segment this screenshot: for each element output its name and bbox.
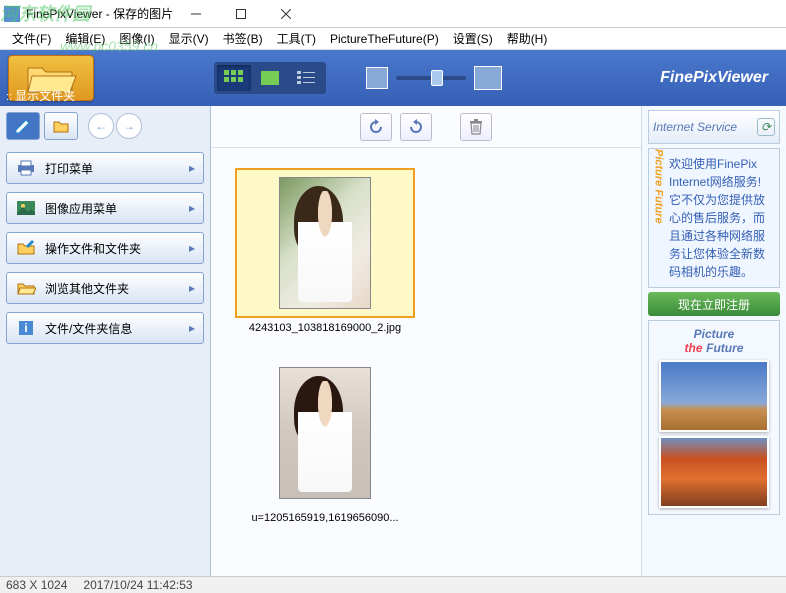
chevron-right-icon: ▸	[189, 241, 195, 255]
nav-forward-button[interactable]: →	[116, 113, 142, 139]
menu-file[interactable]: 文件(F)	[6, 28, 57, 49]
menubar: 文件(F) 编辑(E) 图像(I) 显示(V) 书签(B) 工具(T) Pict…	[0, 28, 786, 50]
service-title: Internet Service	[653, 121, 737, 133]
folder-open-icon	[15, 279, 37, 297]
delete-button[interactable]	[460, 113, 492, 141]
menu-ptf[interactable]: PictureTheFuture(P)	[324, 30, 445, 48]
sidebar-info-button[interactable]: i 文件/文件夹信息 ▸	[6, 312, 204, 344]
chevron-right-icon: ▸	[189, 281, 195, 295]
menu-view[interactable]: 显示(V)	[163, 28, 215, 49]
image-app-icon	[15, 199, 37, 217]
menu-tools[interactable]: 工具(T)	[271, 28, 322, 49]
thumbnail-item[interactable]: u=1205165919,1619656090...	[235, 358, 415, 524]
sidebar-item-label: 操作文件和文件夹	[45, 240, 141, 257]
thumbnail-image	[279, 367, 371, 499]
status-dimensions: 683 X 1024	[6, 578, 67, 592]
rotate-left-button[interactable]	[360, 113, 392, 141]
view-mode-list-button[interactable]	[289, 65, 323, 91]
folder-edit-icon	[15, 239, 37, 257]
sidebar-mode-edit-button[interactable]	[6, 112, 40, 140]
sidebar-print-button[interactable]: 打印菜单 ▸	[6, 152, 204, 184]
ptf-vertical-logo: Picture Future	[651, 149, 665, 287]
thumbnail-frame[interactable]	[235, 358, 415, 508]
app-icon	[4, 6, 20, 22]
menu-image[interactable]: 图像(I)	[113, 28, 160, 49]
thumbnail-filename: u=1205165919,1619656090...	[251, 512, 398, 524]
sidebar-item-label: 浏览其他文件夹	[45, 280, 129, 297]
zoom-slider-handle[interactable]	[431, 70, 443, 86]
view-mode-group	[214, 62, 326, 94]
menu-settings[interactable]: 设置(S)	[447, 28, 499, 49]
printer-icon	[15, 159, 37, 177]
close-button[interactable]	[263, 0, 308, 28]
svg-text:i: i	[24, 321, 27, 335]
sample-image-sky	[659, 360, 769, 432]
zoom-small-icon[interactable]	[366, 67, 388, 89]
sidebar-imageapp-button[interactable]: 图像应用菜单 ▸	[6, 192, 204, 224]
promo-box: Picture Future 欢迎使用FinePix Internet网络服务!…	[648, 148, 780, 288]
main-toolbar: :: 显示文件夹 FinePixViewer	[0, 50, 786, 106]
titlebar: FinePixViewer - 保存的图片	[0, 0, 786, 28]
zoom-slider-group	[366, 66, 502, 90]
view-mode-thumbs-button[interactable]	[217, 65, 251, 91]
window-title: FinePixViewer - 保存的图片	[26, 5, 173, 22]
rotate-right-button[interactable]	[400, 113, 432, 141]
zoom-slider-track[interactable]	[396, 76, 466, 80]
sidebar-item-label: 文件/文件夹信息	[45, 320, 132, 337]
thumbnail-item[interactable]: 4243103_103818169000_2.jpg	[235, 168, 415, 334]
sidebar-item-label: 图像应用菜单	[45, 200, 117, 217]
content-area: 4243103_103818169000_2.jpg u=1205165919,…	[211, 106, 641, 576]
ptf-promo-box: Picture the Future	[648, 320, 780, 515]
zoom-large-icon[interactable]	[474, 66, 502, 90]
menu-bookmark[interactable]: 书签(B)	[217, 28, 269, 49]
chevron-right-icon: ▸	[189, 161, 195, 175]
internet-service-panel: Internet Service ⟳ Picture Future 欢迎使用Fi…	[641, 106, 786, 576]
brand-logo: FinePixViewer	[660, 69, 778, 87]
minimize-button[interactable]	[173, 0, 218, 28]
menu-help[interactable]: 帮助(H)	[501, 28, 554, 49]
thumbnails-area[interactable]: 4243103_103818169000_2.jpg u=1205165919,…	[211, 148, 641, 576]
view-mode-single-button[interactable]	[253, 65, 287, 91]
status-datetime: 2017/10/24 11:42:53	[83, 578, 192, 592]
chevron-right-icon: ▸	[189, 201, 195, 215]
refresh-button[interactable]: ⟳	[757, 118, 775, 136]
sidebar-browse-button[interactable]: 浏览其他文件夹 ▸	[6, 272, 204, 304]
sample-image-autumn	[659, 436, 769, 508]
service-header: Internet Service ⟳	[648, 110, 780, 144]
statusbar: 683 X 1024 2017/10/24 11:42:53	[0, 576, 786, 593]
promo-text: 欢迎使用FinePix Internet网络服务!它不仅为您提供放心的售后服务，…	[669, 155, 773, 281]
nav-back-button[interactable]: ←	[88, 113, 114, 139]
sidebar-mode-folder-button[interactable]	[44, 112, 78, 140]
register-button[interactable]: 现在立即注册	[648, 292, 780, 316]
thumbnail-image	[279, 177, 371, 309]
maximize-button[interactable]	[218, 0, 263, 28]
sidebar-item-label: 打印菜单	[45, 160, 93, 177]
info-icon: i	[15, 319, 37, 337]
menu-edit[interactable]: 编辑(E)	[59, 28, 111, 49]
chevron-right-icon: ▸	[189, 321, 195, 335]
panel-label: :: 显示文件夹	[6, 87, 75, 104]
ptf-logo: Picture the Future	[685, 327, 744, 356]
sidebar: ← → 打印菜单 ▸ 图像应用菜单 ▸ 操作文件和文件夹 ▸ 浏览其他文件夹 ▸…	[0, 106, 211, 576]
thumbnail-filename: 4243103_103818169000_2.jpg	[249, 322, 401, 334]
content-toolbar	[211, 106, 641, 148]
sidebar-fileops-button[interactable]: 操作文件和文件夹 ▸	[6, 232, 204, 264]
thumbnail-frame[interactable]	[235, 168, 415, 318]
